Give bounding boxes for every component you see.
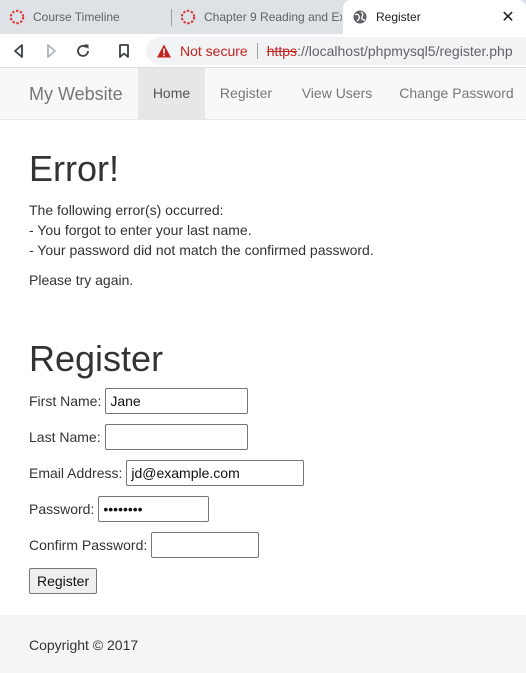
site-brand[interactable]: My Website [29,84,123,105]
tab-title: Course Timeline [33,10,120,24]
nav-link-view-users[interactable]: View Users [287,68,387,119]
course-favicon-icon [180,9,196,25]
password-input[interactable] [98,496,210,522]
confirm-password-input[interactable] [151,532,260,558]
browser-tab-chapter-9[interactable]: Chapter 9 Reading and Exercises [171,0,342,34]
forward-arrow-icon[interactable] [42,42,60,60]
nav-link-change-password[interactable]: Change Password [387,68,526,119]
browser-tab-strip: Course Timeline Chapter 9 Reading and Ex… [0,0,526,34]
back-arrow-icon[interactable] [10,42,28,60]
bookmark-icon[interactable] [115,42,133,60]
not-secure-label[interactable]: Not secure [180,43,248,59]
tab-title: Register [376,10,421,24]
reload-icon[interactable] [74,42,92,60]
register-submit-button[interactable]: Register [29,568,98,594]
first-name-label: First Name: [29,393,102,409]
confirm-password-label: Confirm Password: [29,537,148,553]
first-name-row: First Name: [29,388,249,414]
warning-icon[interactable] [156,43,172,59]
close-tab-icon[interactable]: ✕ [500,9,516,25]
site-navbar: My Website Home Register View Users Chan… [0,68,526,120]
first-name-input[interactable] [105,388,249,414]
course-favicon-icon [9,9,25,25]
retry-message: Please try again. [29,272,134,288]
site-footer: Copyright © 2017 [0,615,526,673]
address-bar[interactable]: Not secure https ://localhost/phpmysql5/… [146,37,526,65]
last-name-label: Last Name: [29,429,101,445]
email-row: Email Address: [29,460,305,486]
nav-link-home[interactable]: Home [138,68,205,119]
globe-icon [353,10,367,24]
browser-tab-course-timeline[interactable]: Course Timeline [0,0,171,34]
nav-link-register[interactable]: Register [205,68,287,119]
error-item-password-mismatch: - Your password did not match the confir… [29,242,374,258]
error-item-last-name: - You forgot to enter your last name. [29,222,252,238]
confirm-password-row: Confirm Password: [29,532,260,558]
last-name-input[interactable] [104,424,248,450]
last-name-row: Last Name: [29,424,248,450]
url-path: ://localhost/phpmysql5/register.php [297,43,513,59]
tab-title: Chapter 9 Reading and Exercises [204,10,342,24]
password-row: Password: [29,496,210,522]
browser-tab-register[interactable]: Register ✕ [343,0,526,34]
password-label: Password: [29,501,95,517]
register-heading: Register [29,338,164,379]
error-heading: Error! [29,148,119,189]
error-intro: The following error(s) occurred: [29,202,224,218]
copyright-text: Copyright © 2017 [29,637,139,653]
address-separator [256,43,258,59]
email-input[interactable] [126,460,305,486]
email-label: Email Address: [29,465,123,481]
browser-toolbar: Not secure https ://localhost/phpmysql5/… [0,34,526,68]
url-scheme: https [266,43,298,59]
